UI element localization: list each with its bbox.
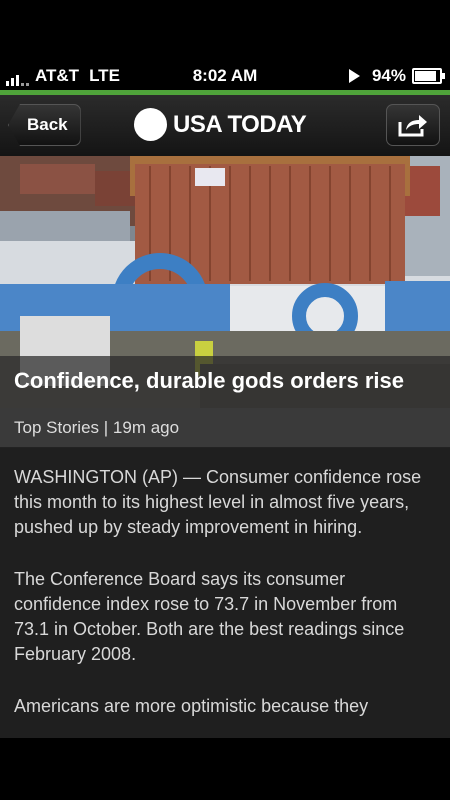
article-body[interactable]: WASHINGTON (AP) — Consumer confidence ro… xyxy=(0,448,450,738)
battery-percent: 94% xyxy=(371,66,406,85)
top-bezel xyxy=(0,0,450,62)
share-icon xyxy=(398,115,427,137)
battery-icon xyxy=(412,68,445,84)
article-paragraph: Americans are more optimistic because th… xyxy=(14,696,369,716)
article-headline: Confidence, durable gods orders rise xyxy=(0,356,450,408)
usa-today-logo: USA TODAY xyxy=(134,108,307,141)
section-label: Top Stories xyxy=(14,418,100,437)
share-button[interactable] xyxy=(386,104,440,146)
logo-dot-icon xyxy=(134,108,167,141)
bottom-bezel xyxy=(0,738,450,800)
status-bar: AT&T LTE 8:02 AM 94% xyxy=(0,62,450,90)
status-right: 94% xyxy=(348,66,445,86)
article-age: 19m ago xyxy=(112,418,180,437)
brand-name: USA TODAY xyxy=(173,110,307,138)
article-hero-image[interactable]: Confidence, durable gods orders rise xyxy=(0,156,450,408)
article-paragraph: WASHINGTON (AP) — Consumer confidence ro… xyxy=(14,467,422,537)
article-paragraph: The Conference Board says its consumer c… xyxy=(14,569,405,664)
meta-separator: | xyxy=(99,418,113,437)
article-meta: Top Stories | 19m ago xyxy=(0,408,450,448)
play-icon xyxy=(348,69,360,83)
nav-bar: Back USA TODAY xyxy=(0,90,450,156)
back-button[interactable]: Back xyxy=(8,104,81,146)
